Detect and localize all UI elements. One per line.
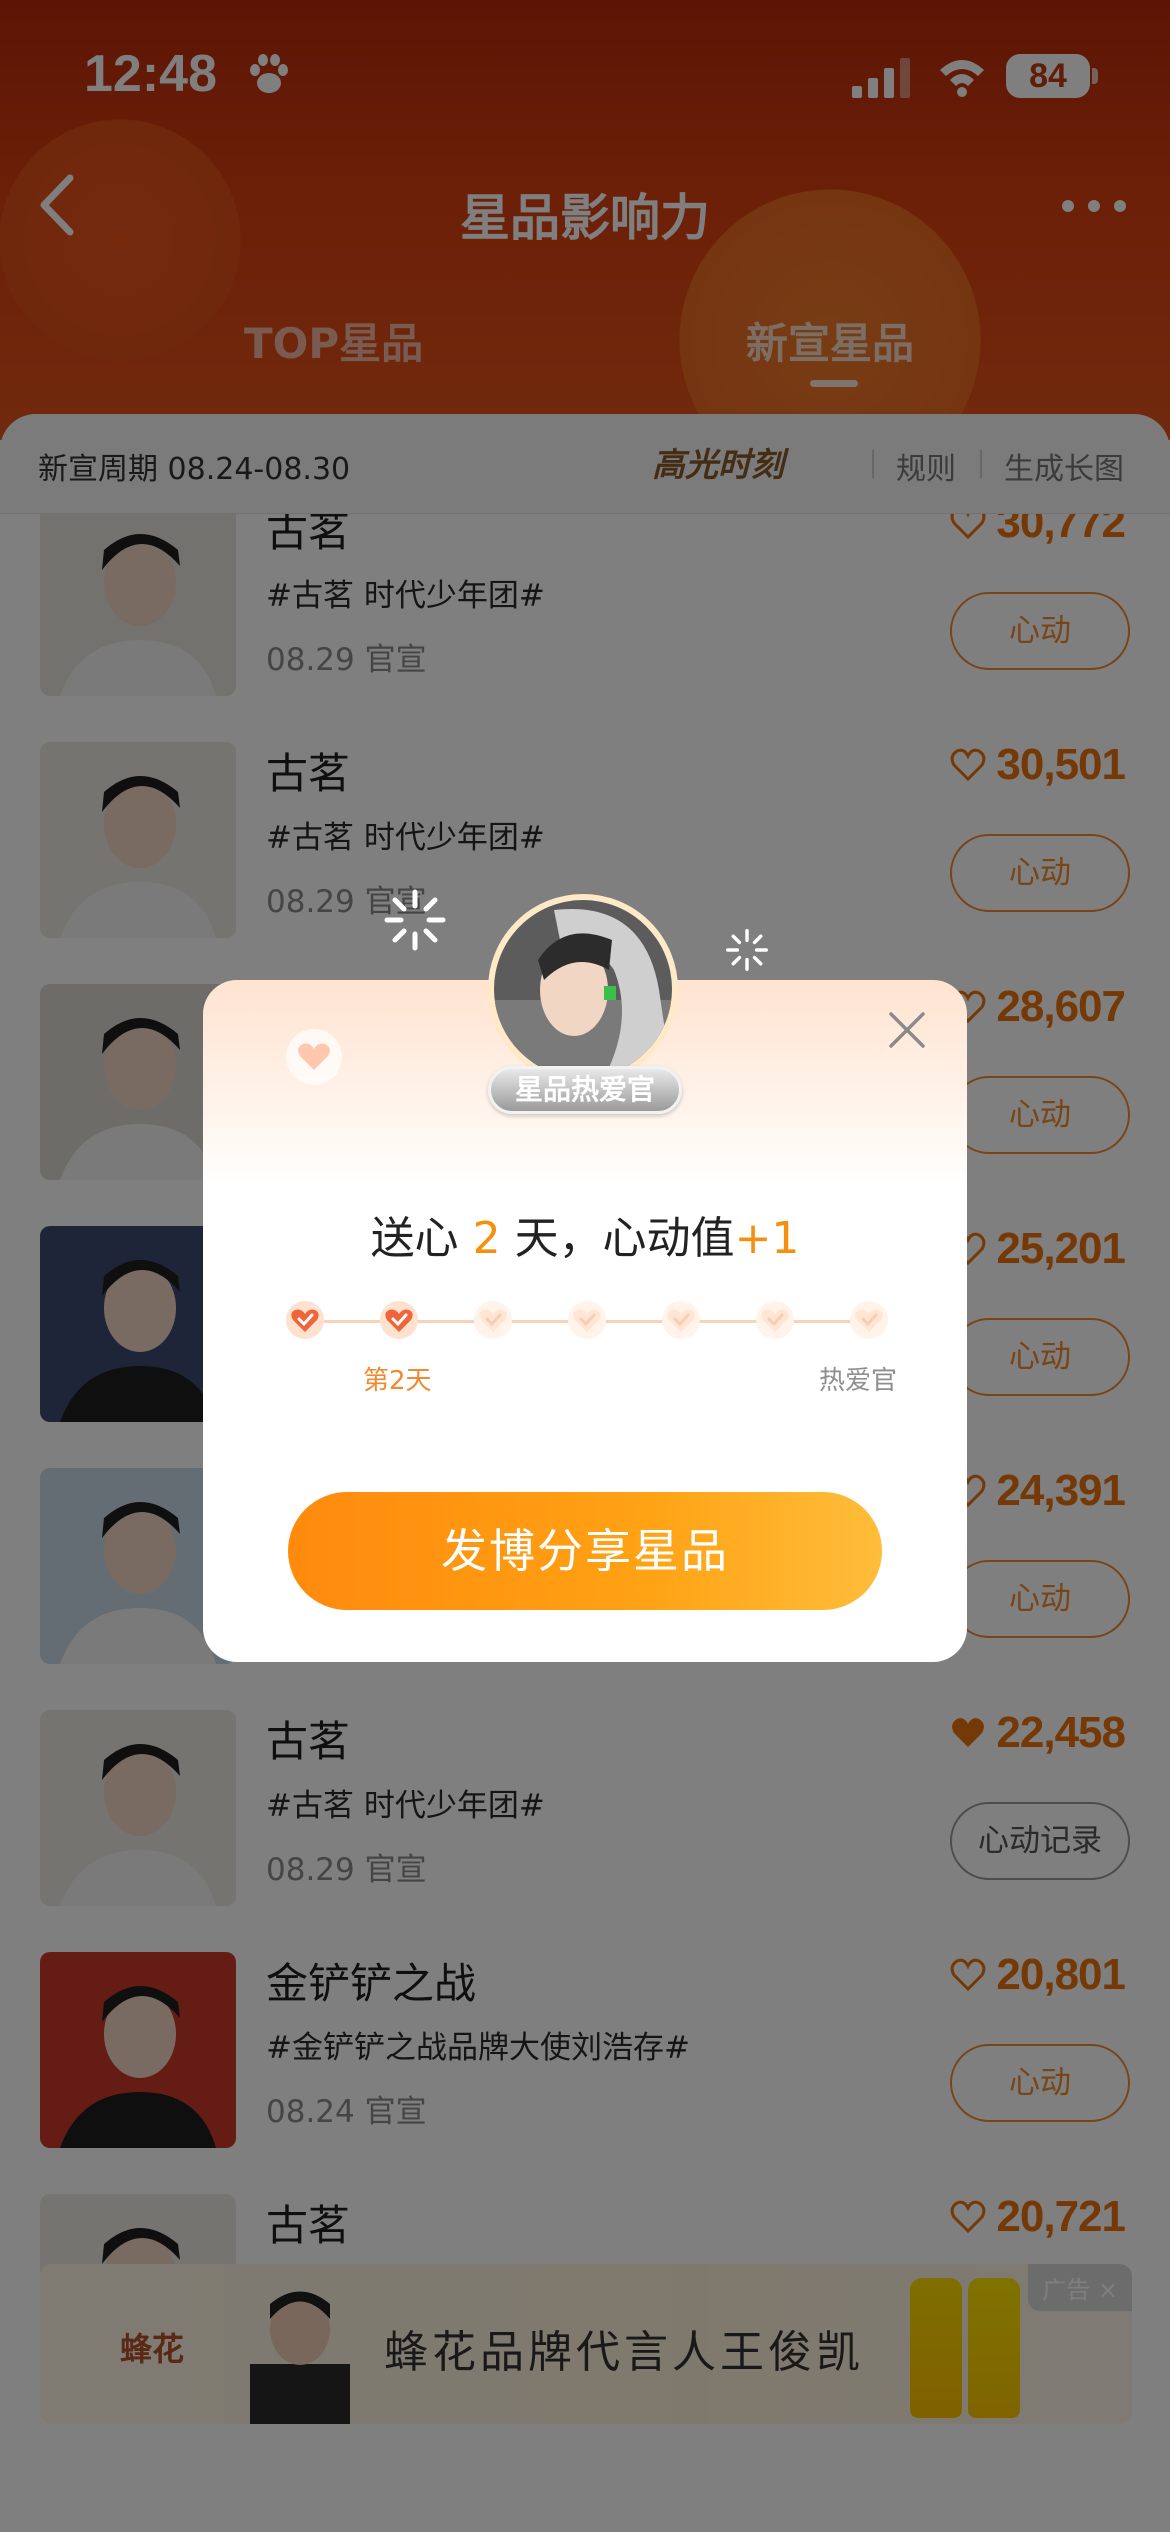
step-connector (605, 1320, 663, 1323)
message-plus: +1 (734, 1213, 800, 1264)
share-button[interactable]: 发博分享星品 (288, 1492, 882, 1610)
step-end-label: 热爱官 (819, 1366, 898, 1396)
bubble-heart-icon (286, 1029, 342, 1085)
step-heart-icon (662, 1301, 700, 1339)
progress-steps (283, 1300, 893, 1344)
step-heart-icon (286, 1301, 324, 1339)
modal-message: 送心 2 天，心动值+1 (203, 1202, 967, 1266)
message-mid: 天，心动值 (514, 1213, 735, 1264)
step-connector (323, 1320, 381, 1323)
step-heart-icon (474, 1301, 512, 1339)
step-connector (511, 1320, 569, 1323)
step-connector (699, 1320, 757, 1323)
step-heart-icon (568, 1301, 606, 1339)
sparkle-icon (726, 929, 768, 971)
step-heart-icon (850, 1301, 888, 1339)
step-current-label: 第2天 (363, 1366, 432, 1396)
sparkle-icon (384, 889, 446, 951)
avatar (488, 894, 678, 1084)
message-prefix: 送心 (370, 1213, 459, 1264)
lover-badge: 星品热爱官 (488, 1066, 682, 1114)
step-heart-icon (756, 1301, 794, 1339)
step-heart-icon (380, 1301, 418, 1339)
close-icon[interactable] (885, 1008, 929, 1052)
step-connector (793, 1320, 851, 1323)
step-connector (417, 1320, 475, 1323)
message-days: 2 (472, 1213, 501, 1264)
love-modal: 星品热爱官 送心 2 天，心动值+1 第2天 热爱官 发博分享星品 (203, 889, 967, 1662)
